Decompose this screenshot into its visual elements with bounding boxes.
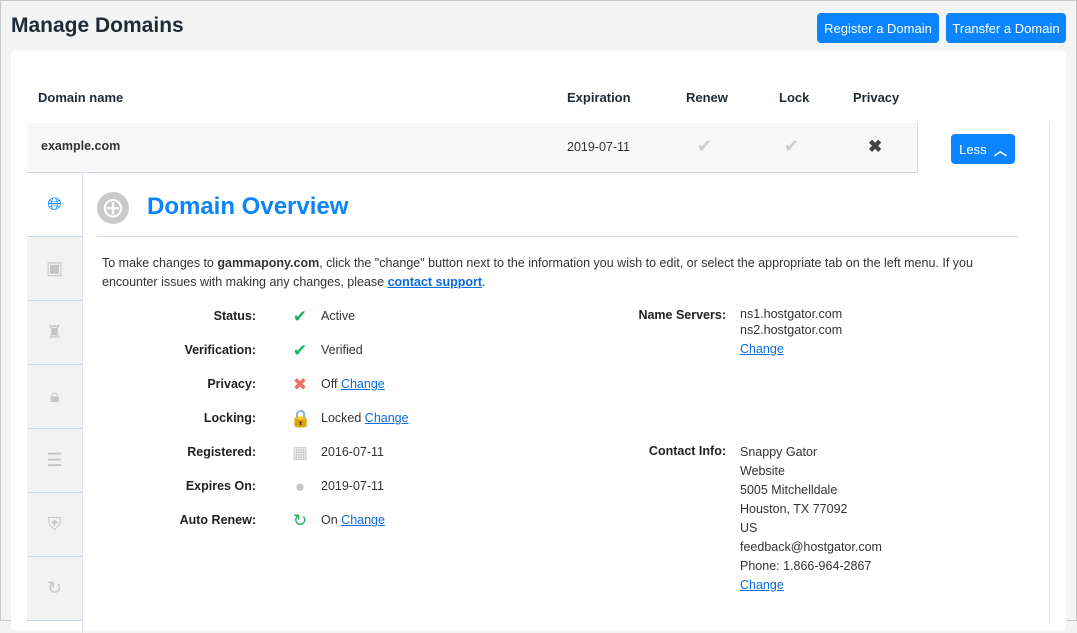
register-domain-button[interactable]: Register a Domain	[817, 13, 939, 43]
col-domain-name: Domain name	[38, 90, 124, 105]
detail-value: Off Change	[321, 377, 385, 391]
expiration-date: 2019-07-11	[567, 140, 631, 154]
contact-line: Phone: 1.866-964-2867	[740, 559, 872, 573]
overview-title: Domain Overview	[147, 193, 349, 220]
name-servers: ns1.hostgator.com ns2.hostgator.com Chan…	[740, 305, 842, 359]
contact-line: feedback@hostgator.com	[740, 540, 882, 554]
divider	[1049, 123, 1050, 623]
less-label: Less	[959, 141, 987, 157]
contact-line: 5005 Mitchelldale	[740, 483, 838, 497]
renew-check-icon: ✔	[697, 136, 713, 156]
status-icon: 🔒	[290, 409, 312, 428]
status-icon: ✔	[292, 307, 308, 326]
contact-info: Snappy Gator Website 5005 Mitchelldale H…	[740, 443, 882, 595]
lock-check-icon: ✔	[784, 136, 800, 156]
col-renew: Renew	[686, 90, 728, 105]
less-button[interactable]: Less ︿	[951, 134, 1015, 164]
detail-value-text: Locked	[321, 411, 362, 425]
detail-value: Active	[321, 309, 355, 323]
contact-line: Website	[740, 464, 785, 478]
detail-label: Locking:	[203, 411, 256, 425]
tab-lock-icon[interactable]: 🔒︎	[27, 365, 82, 429]
contact-support-link[interactable]: contact support	[388, 275, 482, 289]
detail-label: Status:	[213, 309, 256, 323]
change-link[interactable]: Change	[341, 513, 385, 527]
status-icon: ●	[294, 477, 306, 496]
col-lock: Lock	[779, 90, 810, 105]
contact-line: US	[740, 521, 758, 535]
status-icon: ↻	[292, 511, 308, 530]
name-servers-change-link[interactable]: Change	[740, 340, 842, 359]
change-link[interactable]: Change	[341, 377, 385, 391]
tab-contact-icon[interactable]: ▣	[27, 237, 82, 301]
contact-line: Houston, TX 77092	[740, 502, 848, 516]
tab-shield-icon[interactable]: ⛨	[27, 493, 82, 557]
transfer-domain-button[interactable]: Transfer a Domain	[946, 13, 1066, 43]
status-icon: ✔	[292, 341, 308, 360]
privacy-x-icon: ✖	[868, 137, 883, 156]
contact-change-link[interactable]: Change	[740, 576, 882, 595]
table-row[interactable]: example.com 2019-07-11 ✔ ✔ ✖	[27, 123, 918, 173]
detail-value: Verified	[321, 343, 363, 357]
side-tabs: 🌐︎ ▣ ♜ 🔒︎ ☰ ⛨ ↻	[27, 173, 83, 633]
name-servers-label: Name Servers:	[638, 308, 726, 322]
col-expiration: Expiration	[567, 90, 631, 105]
col-privacy: Privacy	[853, 90, 900, 105]
detail-value-text: Off	[321, 377, 338, 391]
detail-value-text: 2019-07-11	[321, 479, 385, 493]
change-link[interactable]: Change	[365, 411, 409, 425]
detail-value-text: 2016-07-11	[321, 445, 385, 459]
ns2: ns2.hostgator.com	[740, 323, 843, 337]
detail-label: Auto Renew:	[179, 513, 256, 527]
detail-value: On Change	[321, 513, 385, 527]
detail-value-text: Verified	[321, 343, 363, 357]
detail-value: 2016-07-11	[321, 445, 384, 459]
intro-domain: gammapony.com	[217, 256, 320, 270]
detail-value-text: On	[321, 513, 338, 527]
detail-label: Expires On:	[185, 479, 256, 493]
intro-text: To make changes to gammapony.com, click …	[102, 254, 1012, 292]
domain-name[interactable]: example.com	[41, 139, 120, 153]
detail-value: 2019-07-11	[321, 479, 384, 493]
globe-icon: ⊕	[97, 192, 129, 224]
divider	[97, 236, 1019, 237]
detail-label: Privacy:	[207, 377, 256, 391]
tab-refresh-icon[interactable]: ↻	[27, 557, 82, 621]
status-icon: ▦	[291, 443, 309, 462]
contact-info-label: Contact Info:	[648, 444, 726, 458]
intro-prefix: To make changes to	[102, 256, 218, 270]
tab-server-icon[interactable]: ☰	[27, 429, 82, 493]
tab-overview-globe-icon[interactable]: 🌐︎	[27, 173, 82, 237]
detail-value-text: Active	[321, 309, 356, 323]
intro-end: .	[482, 275, 486, 289]
detail-value: Locked Change	[321, 411, 409, 425]
chevron-up-icon: ︿	[993, 142, 1007, 158]
detail-label: Registered:	[187, 445, 256, 459]
status-icon: ✖	[292, 375, 308, 394]
page-title: Manage Domains	[11, 14, 184, 37]
tab-privacy-spy-icon[interactable]: ♜	[27, 301, 82, 365]
detail-label: Verification:	[184, 343, 256, 357]
contact-line: Snappy Gator	[740, 445, 818, 459]
